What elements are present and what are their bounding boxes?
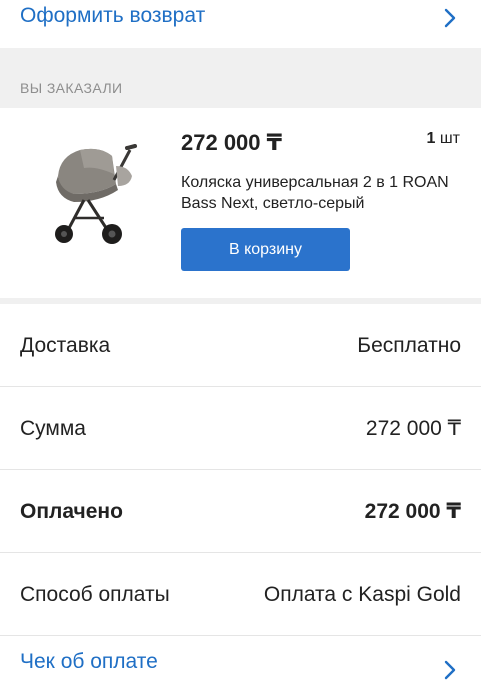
summary-row-payment-method: Способ оплаты Оплата с Kaspi Gold	[0, 553, 481, 636]
add-to-cart-button[interactable]: В корзину	[181, 228, 350, 271]
item-price: 272 000 ₸	[181, 130, 282, 155]
chevron-right-icon	[444, 660, 456, 680]
paid-value: 272 000 ₸	[364, 500, 461, 523]
quantity-unit: шт	[439, 130, 460, 147]
delivery-label: Доставка	[20, 334, 111, 357]
sum-label: Сумма	[20, 417, 86, 440]
quantity-number: 1	[426, 130, 436, 147]
chevron-right-icon	[444, 8, 456, 28]
order-item: 272 000 ₸ 1 шт Коляска универсальная 2 в…	[0, 108, 481, 298]
paid-label: Оплачено	[20, 500, 123, 523]
stroller-image	[55, 144, 137, 244]
summary-row-sum: Сумма 272 000 ₸	[0, 387, 481, 470]
payment-receipt-label: Чек об оплате	[20, 650, 158, 673]
return-order-link[interactable]: Оформить возврат	[0, 0, 481, 48]
payment-method-value: Оплата с Kaspi Gold	[263, 583, 461, 606]
item-quantity: 1 шт	[426, 130, 460, 148]
return-order-label: Оформить возврат	[20, 4, 206, 27]
summary-row-delivery: Доставка Бесплатно	[0, 304, 481, 387]
item-title[interactable]: Коляска универсальная 2 в 1 ROAN Bass Ne…	[181, 172, 461, 214]
payment-method-label: Способ оплаты	[20, 583, 170, 606]
payment-receipt-link[interactable]: Чек об оплате	[0, 636, 481, 700]
delivery-value: Бесплатно	[357, 334, 461, 357]
summary-row-paid: Оплачено 272 000 ₸	[0, 470, 481, 553]
sum-value: 272 000 ₸	[365, 417, 461, 440]
section-title: ВЫ ЗАКАЗАЛИ	[20, 80, 123, 96]
ordered-section-header: ВЫ ЗАКАЗАЛИ	[0, 48, 481, 108]
